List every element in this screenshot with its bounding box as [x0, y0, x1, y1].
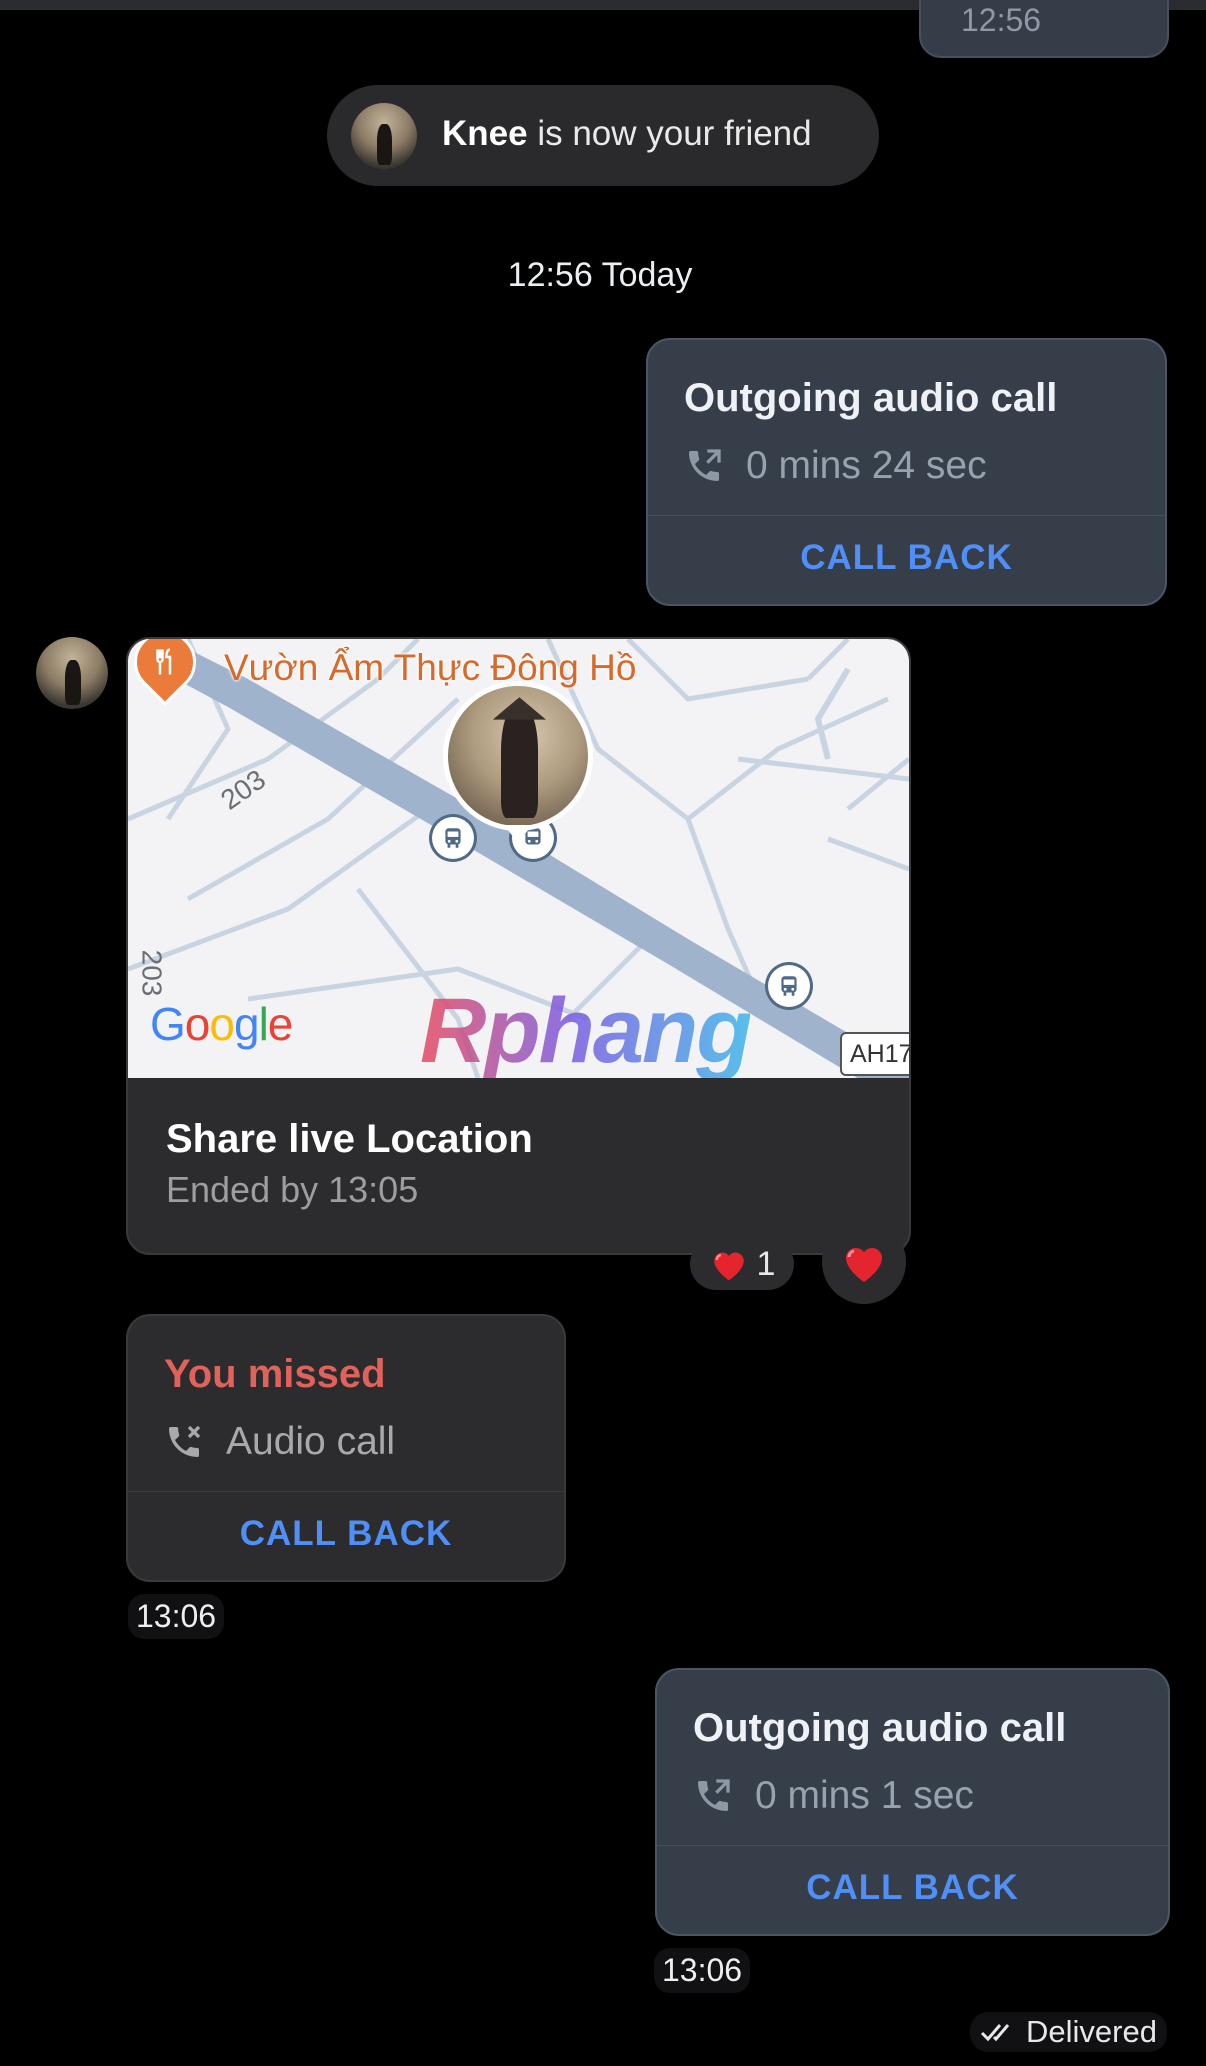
delivery-status: Delivered — [970, 2012, 1167, 2052]
outgoing-call-bubble[interactable]: Outgoing audio call 0 mins 1 sec CALL BA… — [655, 1668, 1170, 1936]
bus-stop-icon — [781, 976, 797, 996]
call-label: Audio call — [226, 1420, 396, 1463]
missed-call-bubble[interactable]: You missed Audio call CALL BACK — [126, 1314, 566, 1582]
date-divider: 12:56 Today — [0, 256, 1206, 295]
highway-shield: AH17 — [840, 1032, 909, 1076]
restaurant-icon — [156, 648, 172, 675]
call-title: You missed — [164, 1352, 386, 1396]
avatar[interactable] — [351, 103, 417, 169]
friend-name[interactable]: Knee — [442, 114, 528, 153]
location-title: Share live Location — [166, 1117, 533, 1161]
heart-icon — [713, 1252, 744, 1281]
bus-stop-icon — [445, 828, 461, 848]
avatar[interactable] — [36, 637, 108, 709]
delivered-label: Delivered — [1026, 2014, 1157, 2049]
friend-notice-text: Knee is now your friend — [442, 114, 812, 154]
divider — [648, 515, 1165, 516]
bus-stop-marker[interactable] — [432, 817, 474, 859]
map-preview[interactable]: Vườn Ẩm Thực Đông Hồ 203 203 Google Rpha… — [128, 639, 909, 1078]
watermark: Rphang — [420, 979, 752, 1078]
avatar-pointer — [504, 825, 532, 843]
message-time: 13:06 — [128, 1594, 225, 1639]
heart-icon — [846, 1248, 882, 1282]
call-duration: 0 mins 1 sec — [755, 1774, 974, 1817]
outgoing-call-bubble[interactable]: Outgoing audio call 0 mins 24 sec CALL B… — [646, 338, 1167, 606]
phone-outgoing-icon — [698, 1779, 730, 1811]
call-duration: 0 mins 24 sec — [746, 444, 987, 487]
reaction-summary[interactable]: 1 — [690, 1238, 794, 1290]
reaction-count: 1 — [756, 1244, 776, 1283]
message-time: 13:06 — [654, 1948, 751, 1993]
live-location-card[interactable]: Vườn Ẩm Thực Đông Hồ 203 203 Google Rpha… — [126, 637, 911, 1255]
divider — [128, 1491, 564, 1492]
google-logo: Google — [150, 998, 293, 1050]
call-detail: Audio call — [164, 1420, 395, 1464]
double-check-icon — [980, 2024, 1010, 2042]
road-label: 203 — [136, 949, 168, 997]
previous-message-bubble[interactable]: 12:56 — [919, 0, 1169, 58]
call-detail: 0 mins 1 sec — [693, 1774, 974, 1818]
friend-notice: Knee is now your friend — [327, 85, 879, 186]
call-detail: 0 mins 24 sec — [684, 444, 987, 488]
call-back-button[interactable]: CALL BACK — [648, 538, 1165, 578]
react-button[interactable] — [822, 1220, 906, 1304]
call-back-button[interactable]: CALL BACK — [657, 1868, 1168, 1908]
friend-notice-suffix: is now your friend — [527, 114, 812, 153]
phone-missed-icon — [169, 1425, 201, 1457]
previous-message-time: 12:56 — [961, 2, 1042, 38]
call-back-button[interactable]: CALL BACK — [128, 1514, 564, 1554]
date-divider-text: 12:56 Today — [507, 256, 693, 294]
live-location-avatar[interactable] — [443, 681, 593, 831]
phone-outgoing-icon — [689, 449, 721, 481]
divider — [657, 1845, 1168, 1846]
call-title: Outgoing audio call — [684, 376, 1058, 420]
call-title: Outgoing audio call — [693, 1706, 1067, 1750]
bus-stop-marker[interactable] — [768, 965, 810, 1007]
location-subtitle: Ended by 13:05 — [166, 1169, 419, 1210]
poi-name: Vườn Ẩm Thực Đông Hồ — [224, 647, 637, 688]
